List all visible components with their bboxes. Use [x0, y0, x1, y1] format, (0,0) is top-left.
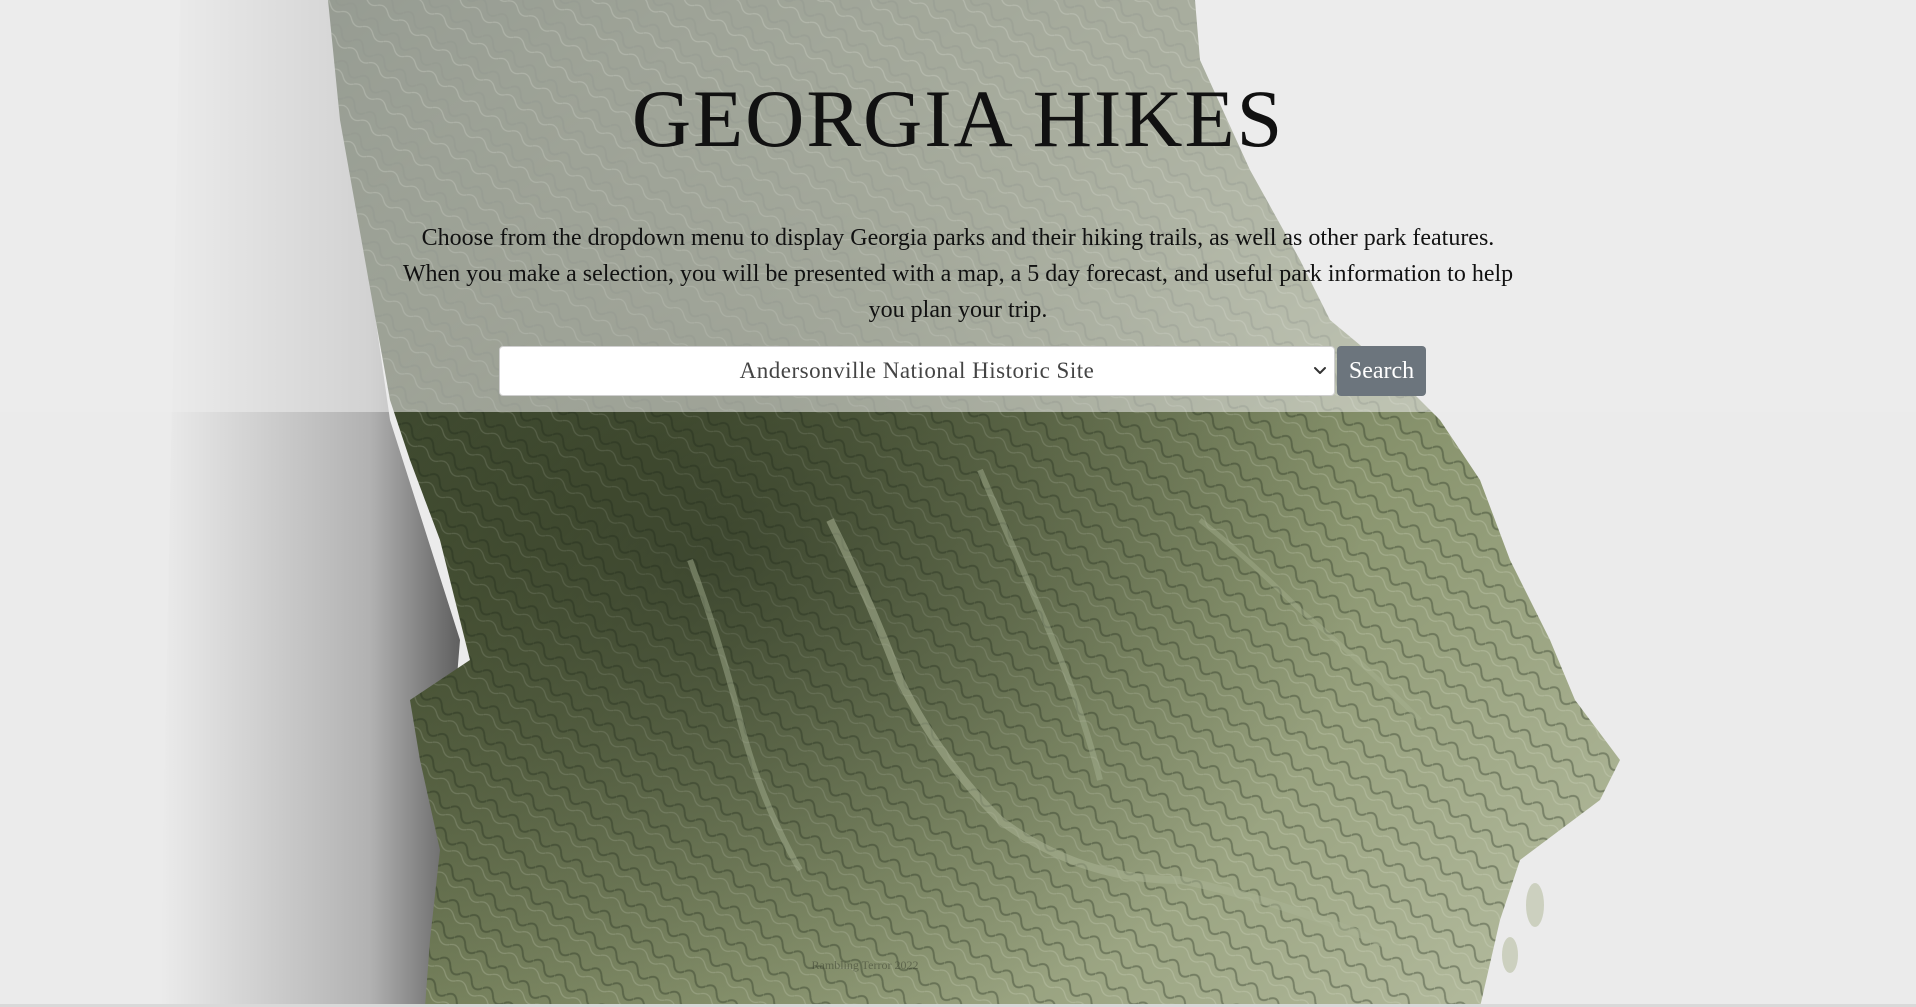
- search-button[interactable]: Search: [1337, 346, 1426, 396]
- footer-credit: Rambling Terror 2022: [811, 958, 919, 972]
- page-title: GEORGIA HIKES: [631, 73, 1285, 164]
- intro-text: Choose from the dropdown menu to display…: [402, 225, 1514, 323]
- page: GEORGIA HIKES Choose from the dropdown m…: [0, 0, 1916, 1007]
- park-select-dropdown[interactable]: Andersonville National Historic Site: [499, 346, 1335, 396]
- search-form: Andersonville National Historic Site Sea…: [499, 346, 1426, 396]
- chevron-down-icon: [1314, 367, 1326, 374]
- selected-park-label: Andersonville National Historic Site: [739, 358, 1095, 383]
